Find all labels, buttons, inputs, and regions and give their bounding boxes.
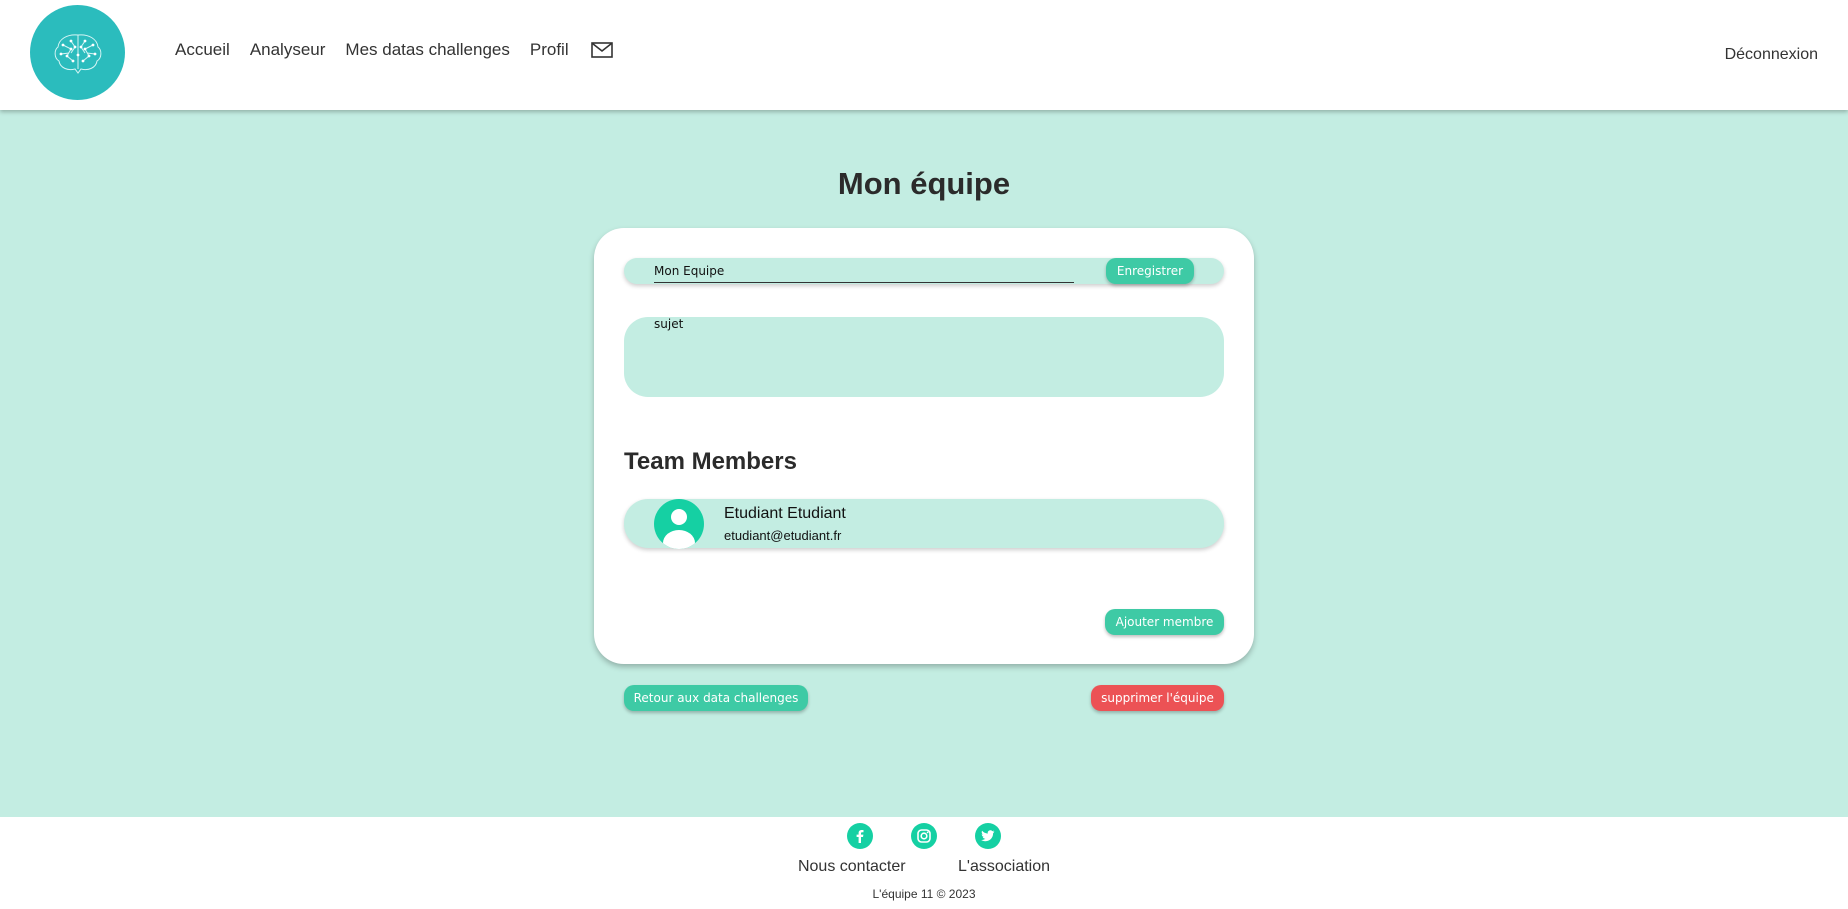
team-members-title: Team Members (624, 448, 797, 475)
subject-textarea[interactable]: sujet (624, 317, 1224, 397)
logout-link[interactable]: Déconnexion (1725, 46, 1818, 64)
member-email: etudiant@etudiant.fr (724, 528, 842, 543)
nav-item-profil[interactable]: Profil (530, 40, 569, 60)
instagram-icon[interactable] (911, 823, 937, 849)
team-name-bar: Enregistrer (624, 258, 1224, 284)
twitter-icon[interactable] (975, 823, 1001, 849)
copyright: L'équipe 11 © 2023 (872, 887, 976, 901)
nav-item-analyseur[interactable]: Analyseur (250, 40, 326, 60)
facebook-icon[interactable] (847, 823, 873, 849)
mail-icon[interactable] (590, 41, 613, 59)
footer-link-association[interactable]: L'association (958, 858, 1050, 875)
brain-icon (54, 33, 101, 74)
back-to-challenges-button[interactable]: Retour aux data challenges (624, 685, 808, 711)
nav-item-mes-datas-challenges[interactable]: Mes datas challenges (345, 40, 509, 60)
member-row[interactable]: Etudiant Etudiant etudiant@etudiant.fr (624, 499, 1224, 549)
nav-item-accueil[interactable]: Accueil (175, 40, 230, 60)
team-name-input[interactable] (654, 260, 1074, 283)
delete-team-button[interactable]: supprimer l'équipe (1091, 685, 1224, 711)
brain-logo[interactable] (30, 5, 125, 100)
footer-link-contact[interactable]: Nous contacter (798, 858, 906, 875)
footer-links: Nous contacter L'association (0, 858, 1848, 876)
main-nav: Accueil Analyseur Mes datas challenges P… (175, 40, 613, 60)
add-member-button[interactable]: Ajouter membre (1105, 609, 1224, 635)
site-footer: Nous contacter L'association L'équipe 11… (0, 817, 1848, 909)
team-card: Enregistrer sujet Team Members Etudiant … (594, 228, 1254, 664)
avatar-icon (654, 499, 704, 549)
member-name: Etudiant Etudiant (724, 505, 846, 522)
save-button[interactable]: Enregistrer (1106, 258, 1194, 284)
social-links (847, 823, 1039, 849)
site-header: Accueil Analyseur Mes datas challenges P… (0, 0, 1848, 110)
page-title: Mon équipe (837, 166, 1011, 201)
